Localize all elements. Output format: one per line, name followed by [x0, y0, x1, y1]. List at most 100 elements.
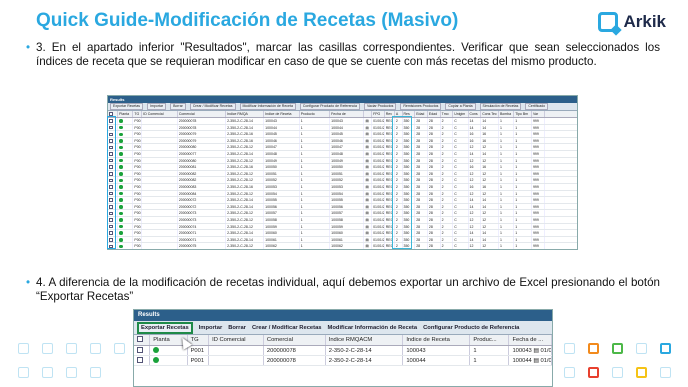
- table-row[interactable]: P001 200000074 2-350-2-C-28-12 100059 1 10005…: [108, 223, 577, 231]
- toolbar-button[interactable]: Certificado: [525, 103, 549, 110]
- table-cell: 12: [469, 190, 482, 197]
- toolbar-button[interactable]: Vaciar Productos: [363, 103, 397, 110]
- table-cell: 28: [428, 118, 441, 124]
- status-icon: [118, 243, 134, 249]
- column-header[interactable]: [364, 111, 373, 117]
- column-header[interactable]: Producto: [300, 111, 331, 117]
- status-icon: [118, 230, 134, 236]
- table-row[interactable]: P001 200000084 2-350-2-C-28-12 100054 1 10005…: [108, 190, 577, 198]
- table-cell: 200000078: [178, 124, 227, 131]
- table-row[interactable]: P001 200000075 2-350-2-C-28-12 100062 1 10006…: [108, 243, 577, 249]
- column-header[interactable]: Tipo Bm: [514, 111, 532, 117]
- table-cell: 100048: [264, 150, 300, 157]
- table-cell: 01/01/2050: [373, 230, 385, 236]
- column-header[interactable]: Comercial: [264, 335, 326, 345]
- select-all-checkbox[interactable]: [134, 335, 151, 345]
- column-header[interactable]: Unigim: [453, 111, 469, 117]
- table-row[interactable]: P001 200000073 2-350-2-C-28-12 100057 1 10005…: [108, 210, 577, 217]
- table-row[interactable]: P001 200000078 2-350-2-C-28-14 100043 1 10004…: [108, 118, 577, 125]
- column-header[interactable]: Cons: [469, 111, 482, 117]
- table-row[interactable]: P001 200000080 2-350-2-C-28-12 100049 1 10004…: [108, 157, 577, 165]
- table-cell: 01/01/2050: [373, 216, 385, 223]
- delete-button[interactable]: Borrar: [228, 325, 246, 331]
- status-icon: [118, 170, 134, 177]
- column-header[interactable]: Indice de Receta: [264, 111, 300, 117]
- status-icon: [118, 137, 134, 144]
- status-ok-icon: [119, 152, 123, 156]
- column-header[interactable]: Planta: [118, 111, 134, 117]
- table-row[interactable]: P001 200000073 2-350-2-C-28-12 100058 1 10005…: [108, 216, 577, 224]
- row-checkbox[interactable]: [134, 356, 151, 365]
- table-row[interactable]: P001 200000078 2-350-2-C-28-14 100044 1 10004…: [134, 356, 552, 366]
- column-header[interactable]: Fecha de: [330, 111, 365, 117]
- status-icon: [118, 157, 134, 164]
- status-icon: [118, 124, 134, 131]
- table-row[interactable]: P001 200000082 2-350-2-C-28-12 100051 1 10005…: [108, 170, 577, 178]
- table-cell: 12: [469, 216, 482, 223]
- table-row[interactable]: P001 200000078 2-350-2-C-28-14 100044 1 10004…: [108, 124, 577, 132]
- modify-recipe-info-button[interactable]: Modificar Información de Receta: [328, 325, 418, 331]
- import-button[interactable]: Importar: [199, 325, 223, 331]
- column-header[interactable]: Tmo: [441, 111, 454, 117]
- table-cell: 100056: [264, 203, 300, 210]
- column-header[interactable]: TG: [133, 111, 143, 117]
- column-header[interactable]: ID Comercial: [142, 111, 178, 117]
- status-ok-icon: [119, 218, 123, 222]
- results-toolbar: Exportar Recetas Importar Borrar Crear / Mo…: [108, 103, 577, 111]
- table-row[interactable]: P001 200000077 2-350-2-C-28-14 100048 1 10004…: [108, 150, 577, 158]
- config-reference-product-button[interactable]: Configurar Producto de Referencia: [423, 325, 519, 331]
- column-header[interactable]: Indice RMQACM: [326, 335, 404, 345]
- table-row[interactable]: P001 200000072 2-350-2-C-28-14 100056 1 10005…: [108, 203, 577, 211]
- table-cell: 1: [499, 223, 515, 230]
- column-header[interactable]: Comercial: [178, 111, 227, 117]
- table-row[interactable]: P001 200000072 2-350-2-C-28-14 100055 1 10005…: [108, 197, 577, 204]
- toolbar-button[interactable]: Exportar Recetas: [110, 103, 144, 110]
- table-cell: 200000073: [178, 210, 227, 216]
- column-header[interactable]: Fecha de ...: [509, 335, 552, 345]
- column-header[interactable]: FPG: [372, 111, 385, 117]
- column-header[interactable]: Edad: [415, 111, 428, 117]
- toolbar-button[interactable]: Configurar Producto de Referencia: [299, 103, 360, 110]
- table-row[interactable]: P001 200000080 2-350-2-C-28-12 100047 1 10004…: [108, 144, 577, 151]
- table-row[interactable]: P001 200000079 2-350-2-C-28-16 100045 1 10004…: [108, 131, 577, 138]
- table-row[interactable]: P001 200000078 2-350-2-C-28-14 100043 1 10004…: [134, 346, 552, 356]
- table-cell: 28: [428, 144, 441, 150]
- toolbar-button[interactable]: Simulación de Recetas: [479, 103, 522, 110]
- column-header[interactable]: Var: [532, 111, 545, 117]
- decor-square-icon: [564, 343, 575, 354]
- table-row[interactable]: P001 200000079 2-350-2-C-28-16 100046 1 10004…: [108, 137, 577, 145]
- table-row[interactable]: P001 200000071 2-350-2-C-28-14 100060 1 10006…: [108, 230, 577, 237]
- table-row[interactable]: P001 200000071 2-350-2-C-28-14 100061 1 10006…: [108, 236, 577, 244]
- status-ok-icon: [119, 172, 123, 176]
- table-cell: 200000079: [178, 131, 227, 137]
- checkbox-icon[interactable]: [137, 357, 143, 364]
- table-row[interactable]: P001 200000083 2-350-2-C-28-16 100053 1 10005…: [108, 183, 577, 191]
- column-header[interactable]: Bomba: [499, 111, 515, 117]
- column-header[interactable]: Indice de Receta: [403, 335, 471, 345]
- table-cell: 100055: [264, 197, 300, 203]
- column-header[interactable]: Produc...: [470, 335, 510, 345]
- toolbar-button[interactable]: Remisiones Productos: [400, 103, 442, 110]
- table-cell: 1: [514, 137, 532, 144]
- table-cell: C: [453, 230, 469, 236]
- checkbox-icon[interactable]: [137, 336, 143, 343]
- table-cell: P001: [134, 131, 143, 137]
- table-row[interactable]: P001 200000081 2-350-2-C-28-16 100050 1 10005…: [108, 164, 577, 171]
- table-cell: 999: [532, 124, 545, 131]
- column-header[interactable]: Cons Tec: [481, 111, 499, 117]
- row-checkbox[interactable]: [134, 346, 151, 355]
- toolbar-button[interactable]: Borrar: [170, 103, 186, 110]
- column-header[interactable]: Indice RMQA: [226, 111, 265, 117]
- export-recipes-button[interactable]: Exportar Recetas: [137, 321, 193, 334]
- table-row[interactable]: P001 200000082 2-350-2-C-28-12 100052 1 10005…: [108, 177, 577, 184]
- toolbar-button[interactable]: Importar: [147, 103, 167, 110]
- toolbar-button[interactable]: Crear / Modificar Recetas: [189, 103, 236, 110]
- calendar-icon: ▤: [364, 164, 373, 170]
- column-header[interactable]: Edad: [428, 111, 441, 117]
- create-modify-recipes-button[interactable]: Crear / Modificar Recetas: [252, 325, 322, 331]
- table-cell: 1: [514, 243, 532, 249]
- toolbar-button[interactable]: Modificar Información de Receta: [239, 103, 296, 110]
- column-header[interactable]: ID Comercial: [209, 335, 264, 345]
- checkbox-icon[interactable]: [137, 347, 143, 354]
- toolbar-button[interactable]: Copiar a Planta: [445, 103, 476, 110]
